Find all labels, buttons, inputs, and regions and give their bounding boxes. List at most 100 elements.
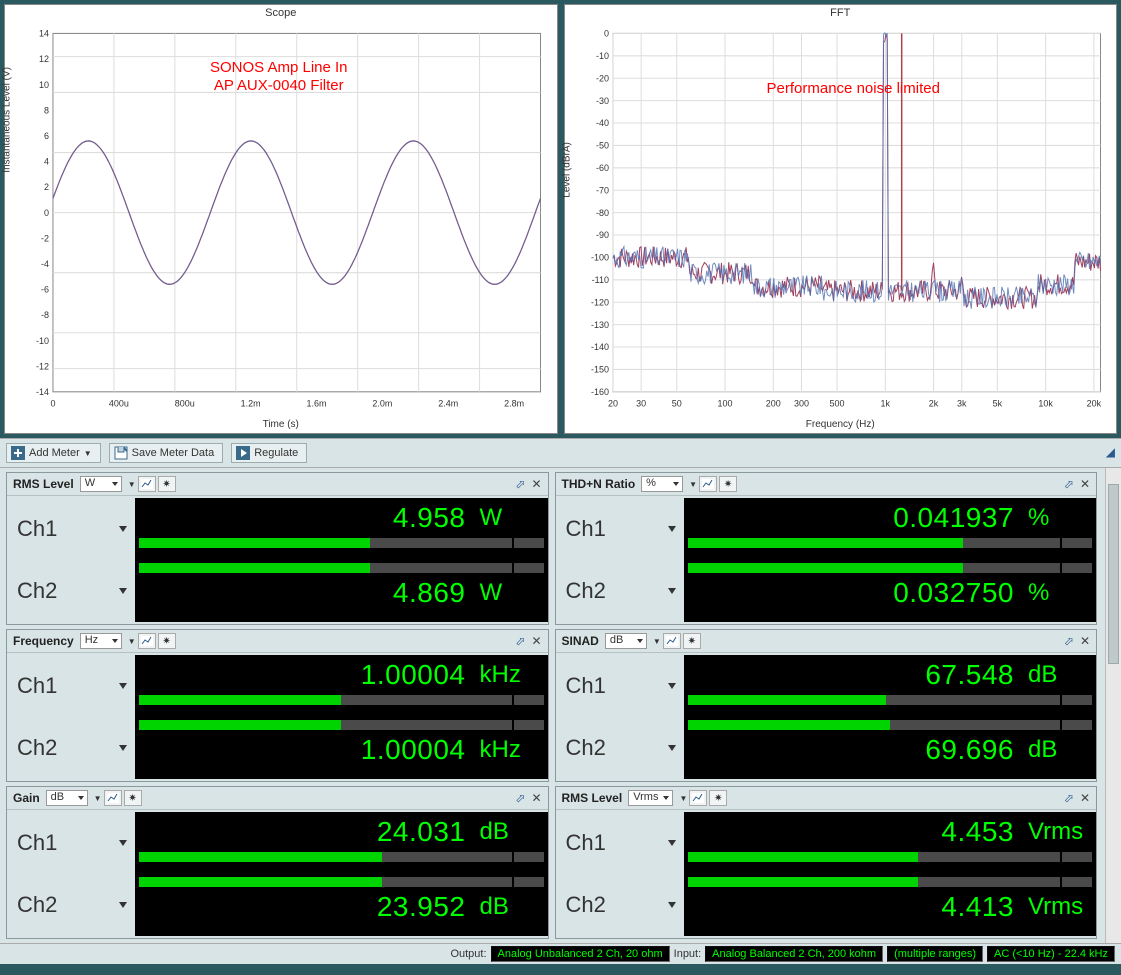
channel-label[interactable]: Ch2 <box>7 560 135 622</box>
unit-select[interactable]: dB <box>605 633 647 649</box>
chart-icon[interactable] <box>104 790 122 806</box>
close-icon[interactable]: ✕ <box>1080 634 1090 648</box>
readout-value: 4.413 <box>941 891 1014 923</box>
popout-icon[interactable]: ⬀ <box>1064 791 1074 805</box>
channel-label[interactable]: Ch2 <box>556 560 684 622</box>
readout-value: 69.696 <box>925 734 1014 766</box>
unit-select[interactable]: W <box>80 476 122 492</box>
close-icon[interactable]: ✕ <box>531 634 541 648</box>
chart-icon[interactable] <box>138 476 156 492</box>
input-value[interactable]: Analog Balanced 2 Ch, 200 kohm <box>705 946 883 962</box>
fft-panel: FFT -160-150-140-130-120-110-100-90-80-7… <box>564 4 1118 434</box>
close-icon[interactable]: ✕ <box>531 477 541 491</box>
svg-text:2: 2 <box>44 182 49 192</box>
gear-icon[interactable]: ✷ <box>124 790 142 806</box>
channel-label[interactable]: Ch2 <box>7 717 135 779</box>
fft-title: FFT <box>565 5 1117 21</box>
unit-select[interactable]: % <box>641 476 683 492</box>
unit-select[interactable]: dB <box>46 790 88 806</box>
input-coupling[interactable]: AC (<10 Hz) - 22.4 kHz <box>987 946 1115 962</box>
readout-value: 0.041937 <box>893 502 1014 534</box>
dropdown-caret-icon[interactable]: ▼ <box>128 480 136 489</box>
level-bar <box>688 538 1093 548</box>
dropdown-caret-icon[interactable]: ▼ <box>689 480 697 489</box>
channel-label[interactable]: Ch1 <box>7 812 135 874</box>
unit-select[interactable]: Vrms <box>628 790 673 806</box>
svg-text:100: 100 <box>717 398 732 408</box>
readout-value: 0.032750 <box>893 577 1014 609</box>
gear-icon[interactable]: ✷ <box>158 633 176 649</box>
readout-value: 24.031 <box>377 816 466 848</box>
scope-plot[interactable]: -14-12-10-8-6-4-202468101214 0400u800u1.… <box>9 25 549 415</box>
svg-text:1.2m: 1.2m <box>241 398 261 408</box>
channel-label[interactable]: Ch2 <box>7 874 135 936</box>
meter-panel: THD+N Ratio % ▼ ✷ ⬀ ✕ Ch1 <box>555 472 1098 625</box>
close-icon[interactable]: ✕ <box>1080 791 1090 805</box>
svg-text:1.6m: 1.6m <box>307 398 327 408</box>
readout-unit: kHz <box>480 661 540 689</box>
chart-icon[interactable] <box>699 476 717 492</box>
svg-text:-8: -8 <box>41 310 49 320</box>
chart-icon[interactable] <box>689 790 707 806</box>
level-bar <box>688 563 1093 573</box>
add-meter-button[interactable]: Add Meter ▼ <box>6 443 101 463</box>
channel-label[interactable]: Ch2 <box>556 874 684 936</box>
meter-name: SINAD <box>562 634 599 648</box>
channel-label[interactable]: Ch1 <box>556 812 684 874</box>
meters-grid: RMS Level W ▼ ✷ ⬀ ✕ Ch1 <box>0 468 1103 943</box>
input-label: Input: <box>674 948 702 960</box>
input-ranges[interactable]: (multiple ranges) <box>887 946 983 962</box>
channel-label[interactable]: Ch1 <box>556 655 684 717</box>
output-value[interactable]: Analog Unbalanced 2 Ch, 20 ohm <box>491 946 670 962</box>
channel-label[interactable]: Ch1 <box>7 498 135 560</box>
save-meter-button[interactable]: Save Meter Data <box>109 443 224 463</box>
level-bar <box>139 563 544 573</box>
channel-label[interactable]: Ch1 <box>7 655 135 717</box>
svg-text:300: 300 <box>793 398 808 408</box>
popout-icon[interactable]: ⬀ <box>515 791 525 805</box>
svg-text:1k: 1k <box>880 398 890 408</box>
svg-text:2.0m: 2.0m <box>372 398 392 408</box>
unit-select[interactable]: Hz <box>80 633 122 649</box>
close-icon[interactable]: ✕ <box>531 791 541 805</box>
regulate-label: Regulate <box>254 447 298 459</box>
save-icon <box>114 446 128 460</box>
readout-unit: Vrms <box>1028 893 1088 921</box>
close-icon[interactable]: ✕ <box>1080 477 1090 491</box>
dropdown-caret-icon[interactable]: ▼ <box>653 637 661 646</box>
scrollbar[interactable] <box>1105 468 1121 943</box>
svg-text:400u: 400u <box>109 398 129 408</box>
popout-icon[interactable]: ⬀ <box>515 477 525 491</box>
readout-unit: dB <box>1028 736 1088 764</box>
gear-icon[interactable]: ✷ <box>158 476 176 492</box>
fft-plot[interactable]: -160-150-140-130-120-110-100-90-80-70-60… <box>569 25 1109 415</box>
popout-icon[interactable]: ⬀ <box>1064 477 1074 491</box>
svg-text:0: 0 <box>44 208 49 218</box>
svg-text:-150: -150 <box>590 364 608 374</box>
svg-text:-120: -120 <box>590 297 608 307</box>
svg-text:10k: 10k <box>1038 398 1053 408</box>
gear-icon[interactable]: ✷ <box>709 790 727 806</box>
svg-text:20k: 20k <box>1086 398 1101 408</box>
dropdown-caret-icon[interactable]: ▼ <box>94 794 102 803</box>
popout-icon[interactable]: ⬀ <box>515 634 525 648</box>
popout-icon[interactable]: ⬀ <box>1064 634 1074 648</box>
regulate-button[interactable]: Regulate <box>231 443 307 463</box>
scrollbar-thumb[interactable] <box>1108 484 1119 664</box>
svg-text:500: 500 <box>829 398 844 408</box>
gear-icon[interactable]: ✷ <box>719 476 737 492</box>
dropdown-caret-icon[interactable]: ▼ <box>128 637 136 646</box>
dropdown-caret-icon[interactable]: ▼ <box>679 794 687 803</box>
channel-label[interactable]: Ch1 <box>556 498 684 560</box>
svg-text:-20: -20 <box>595 73 608 83</box>
svg-text:2k: 2k <box>928 398 938 408</box>
expand-icon[interactable]: ◢ <box>1106 445 1115 459</box>
chart-icon[interactable] <box>663 633 681 649</box>
chart-icon[interactable] <box>138 633 156 649</box>
readout-unit: W <box>480 504 540 532</box>
gear-icon[interactable]: ✷ <box>683 633 701 649</box>
channel-label[interactable]: Ch2 <box>556 717 684 779</box>
meter-name: Gain <box>13 791 40 805</box>
level-bar <box>688 720 1093 730</box>
svg-text:8: 8 <box>44 105 49 115</box>
